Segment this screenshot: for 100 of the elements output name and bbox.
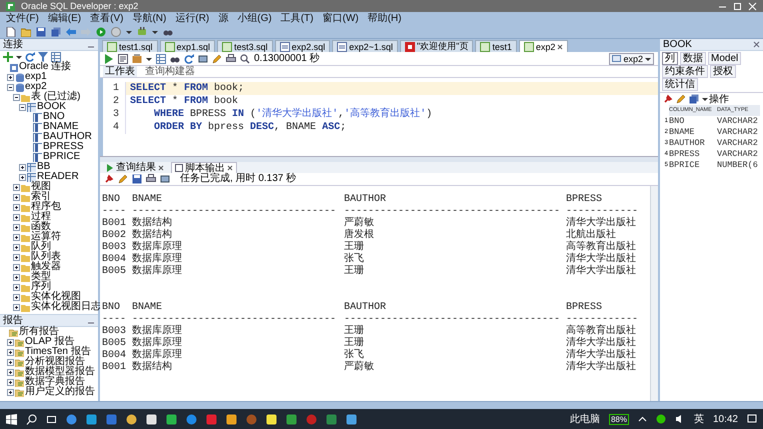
tree-item[interactable]: 队列表 <box>31 252 61 262</box>
editor-tab[interactable]: exp2~1.sql <box>332 40 398 52</box>
tree-item[interactable]: 触发器 <box>31 262 61 272</box>
menu-item[interactable]: 源 <box>218 12 228 25</box>
menu-item[interactable]: 查看(V) <box>90 12 124 25</box>
menu-item[interactable]: 工具(T) <box>280 12 314 25</box>
editor-tab[interactable]: exp2 <box>518 40 568 52</box>
tree-item[interactable]: exp1 <box>25 72 47 82</box>
refresh-icon[interactable] <box>184 54 194 64</box>
tree-toggle-icon[interactable] <box>7 358 14 366</box>
editor-tab[interactable]: "欢迎使用"页 <box>400 40 474 52</box>
app-icon[interactable] <box>126 414 137 424</box>
tree-item[interactable]: 实体化视图 <box>31 292 81 302</box>
refresh-icon[interactable] <box>25 52 35 62</box>
object-tab[interactable]: 统计信 <box>662 78 698 91</box>
close-icon[interactable] <box>753 41 760 48</box>
close-icon[interactable] <box>557 44 564 50</box>
tree-item[interactable]: exp2 <box>25 82 47 92</box>
editor-tab[interactable]: test3.sql <box>217 40 273 52</box>
tree-toggle-icon[interactable] <box>13 254 20 260</box>
tree-toggle-icon[interactable] <box>13 184 20 190</box>
plug-icon[interactable] <box>137 26 147 36</box>
tree-item[interactable]: TimesTen 报告 <box>25 347 91 357</box>
tree-item[interactable]: 数据模型器报告 <box>25 367 95 377</box>
close-icon[interactable] <box>158 164 164 170</box>
tree-item[interactable]: BAUTHOR <box>43 132 92 142</box>
tree-toggle-icon[interactable] <box>13 214 20 220</box>
tree-item[interactable]: 数据字典报告 <box>25 377 85 387</box>
windows-logo-icon[interactable] <box>6 414 17 424</box>
worksheet-tab[interactable]: 工作表 <box>103 66 137 77</box>
editor-tab[interactable]: exp2.sql <box>274 40 330 52</box>
input-method-text[interactable]: 英 <box>694 412 704 426</box>
search-icon[interactable] <box>26 414 37 424</box>
tree-toggle-icon[interactable] <box>7 348 14 356</box>
up-caret-icon[interactable] <box>638 414 647 424</box>
table-icon[interactable] <box>156 54 166 64</box>
tree-item[interactable]: Oracle 连接 <box>19 62 72 72</box>
tree-toggle-icon[interactable] <box>7 84 14 90</box>
tree-toggle-icon[interactable] <box>7 388 14 396</box>
run-script-icon[interactable] <box>118 54 128 64</box>
menu-item[interactable]: 编辑(E) <box>48 12 82 25</box>
app-icon[interactable] <box>266 414 277 424</box>
tree-item[interactable]: BB <box>37 162 50 172</box>
tree-item[interactable]: 过程 <box>31 212 51 222</box>
menu-item[interactable]: 小组(G) <box>237 12 272 25</box>
tree-item[interactable]: BNAME <box>43 122 79 132</box>
results-tab[interactable]: 查询结果 <box>103 162 167 173</box>
pin-icon[interactable] <box>104 174 114 184</box>
tree-toggle-icon[interactable] <box>13 204 20 210</box>
tree-item[interactable]: 表 (已过滤) <box>31 92 80 102</box>
save-all-icon[interactable] <box>689 94 699 104</box>
tree-item[interactable]: 函数 <box>31 222 51 232</box>
battery-indicator[interactable]: 88% <box>608 414 629 424</box>
tree-item[interactable]: READER <box>37 172 79 182</box>
object-tab[interactable]: 列 <box>662 52 678 65</box>
app-icon[interactable] <box>226 414 237 424</box>
pin-icon[interactable] <box>663 94 673 104</box>
tree-toggle-icon[interactable] <box>13 244 20 250</box>
tree-toggle-icon[interactable] <box>7 368 14 376</box>
tree-item[interactable]: 索引 <box>31 192 51 202</box>
table-icon[interactable] <box>51 52 61 62</box>
caret-icon[interactable] <box>126 28 132 34</box>
search-icon[interactable] <box>240 54 250 64</box>
tray-label[interactable]: 此电脑 <box>570 412 600 426</box>
tree-item[interactable]: OLAP 报告 <box>25 337 74 347</box>
tree-toggle-icon[interactable] <box>19 174 26 180</box>
caret-icon[interactable] <box>152 28 158 34</box>
menu-item[interactable]: 帮助(H) <box>368 12 402 25</box>
tree-toggle-icon[interactable] <box>13 264 20 270</box>
app-icon[interactable] <box>146 414 157 424</box>
chat-icon[interactable] <box>656 414 666 424</box>
tree-toggle-icon[interactable] <box>7 338 14 346</box>
tree-item[interactable]: 视图 <box>31 182 51 192</box>
actions-dropdown[interactable]: 操作 <box>702 94 729 104</box>
tree-toggle-icon[interactable] <box>13 224 20 230</box>
tree-item[interactable]: 实体化视图日志 <box>31 302 101 312</box>
tree-item[interactable]: 用户定义的报告 <box>25 387 95 397</box>
caret-icon[interactable] <box>146 56 152 62</box>
tree-toggle-icon[interactable] <box>13 194 20 200</box>
tree-item[interactable]: 序列 <box>31 282 51 292</box>
editor-tab[interactable]: test1.sql <box>102 40 158 52</box>
editor-tab[interactable]: exp1.sql <box>160 40 216 52</box>
object-tab[interactable]: Model <box>708 52 742 65</box>
close-icon[interactable] <box>227 165 233 171</box>
menu-item[interactable]: 运行(R) <box>175 12 210 25</box>
tree-item[interactable]: 运算符 <box>31 232 61 242</box>
tree-toggle-icon[interactable] <box>19 104 26 110</box>
tree-toggle-icon[interactable] <box>13 234 20 240</box>
tree-item[interactable]: BPRICE <box>43 152 80 162</box>
connection-dropdown[interactable]: exp2 <box>609 52 654 64</box>
tree-item[interactable]: BPRESS <box>43 142 84 152</box>
save-icon[interactable] <box>132 174 142 184</box>
task-view-icon[interactable] <box>46 414 57 424</box>
run-icon[interactable] <box>96 26 106 36</box>
save-icon[interactable] <box>36 26 46 36</box>
tree-toggle-icon[interactable] <box>19 164 26 170</box>
app-icon[interactable] <box>166 414 177 424</box>
printer-icon[interactable] <box>146 174 156 184</box>
app-icon[interactable] <box>86 414 97 424</box>
tree-toggle-icon[interactable] <box>13 94 20 100</box>
